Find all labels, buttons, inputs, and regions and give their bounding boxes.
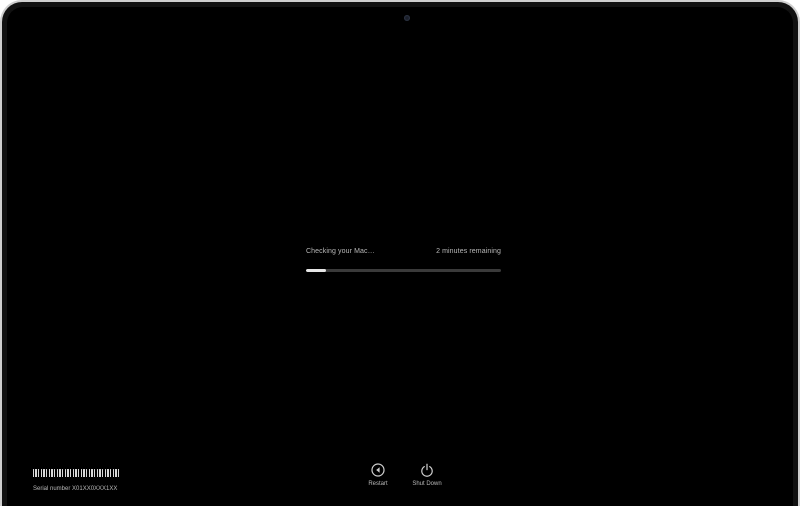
camera	[404, 15, 410, 21]
power-icon	[421, 463, 433, 477]
serial-number-text: Serial number X01XX0XXX1XX	[33, 486, 118, 492]
time-remaining-text: 2 minutes remaining	[436, 248, 501, 255]
bezel-inner: Checking your Mac… 2 minutes remaining S…	[2, 2, 798, 506]
screen: Checking your Mac… 2 minutes remaining S…	[7, 7, 793, 506]
restart-button[interactable]: Restart	[353, 463, 403, 488]
device-bezel: Checking your Mac… 2 minutes remaining S…	[0, 0, 800, 506]
restart-label: Restart	[368, 481, 388, 487]
progress-labels: Checking your Mac… 2 minutes remaining	[306, 247, 501, 257]
shut-down-button[interactable]: Shut Down	[402, 463, 452, 488]
progress-status-text: Checking your Mac…	[306, 248, 375, 255]
progress-section: Checking your Mac… 2 minutes remaining	[306, 247, 501, 272]
shut-down-label: Shut Down	[412, 481, 442, 487]
serial-number-block: Serial number X01XX0XXX1XX	[33, 469, 121, 493]
progress-bar-fill	[306, 269, 326, 272]
restart-icon	[371, 463, 385, 477]
progress-bar	[306, 269, 501, 272]
barcode-icon	[33, 469, 121, 477]
